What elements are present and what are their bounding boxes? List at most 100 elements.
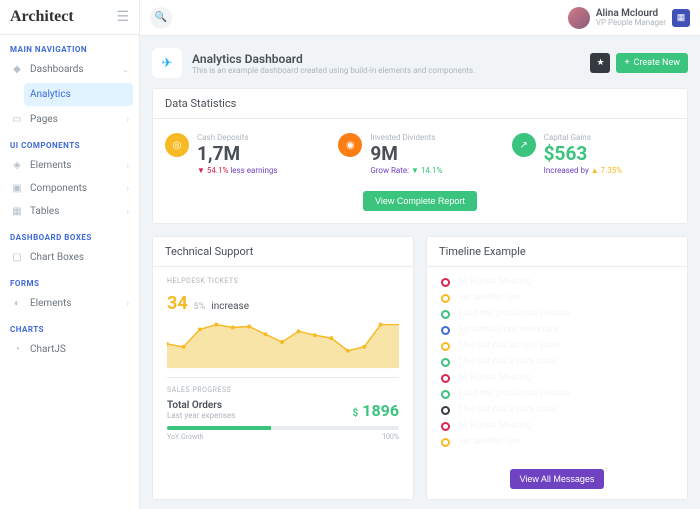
nav-label: Tables [30,206,59,217]
create-new-button[interactable]: + Create New [616,53,688,73]
stat-trend: 14.1% [421,166,442,175]
chevron-right-icon: › [127,184,129,193]
chevron-right-icon: › [127,115,129,124]
nav-analytics[interactable]: Analytics [24,83,133,106]
nav-label: Chart Boxes [30,252,84,263]
nav-header-forms: FORMS [0,269,139,292]
nav-header-ui: UI COMPONENTS [0,131,139,154]
timeline-text: All Hands Meeting [458,421,531,431]
user-name: Alina Mclourd [596,8,666,19]
timeline-text: All Hands Meeting [458,373,531,383]
chart-icon: ◔ [10,344,24,355]
nav-tables[interactable]: ▦ Tables › [0,200,139,223]
yoy-pct: 100% [382,433,399,441]
timeline-text: Yet another one [458,437,521,447]
sidebar: Architect ☰ MAIN NAVIGATION ◆ Dashboards… [0,0,140,509]
timeline-dot [441,278,450,287]
progress-bar [167,426,399,430]
stat-value: 9M [370,144,501,163]
stat-value: 1,7M [197,144,328,163]
card-title: Data Statistics [153,89,687,119]
search-button[interactable]: 🔍 [150,7,172,29]
stat-note: Grow Rate: [370,166,409,175]
stat-trend: 54.1% [207,166,228,175]
user-role: VP People Manager [596,19,666,28]
page-icon: ▭ [10,114,24,125]
nav-form-elements[interactable]: ◐ Elements › [0,292,139,315]
nav-pages[interactable]: ▭ Pages › [0,108,139,131]
timeline-item: Something not important [441,325,673,335]
orders-sub: Last year expenses [167,411,235,420]
data-statistics-card: Data Statistics ◎ Cash Deposits 1,7M ▼ 5… [152,88,688,224]
timeline-text: Yet another one [458,293,521,303]
gains-icon: ↗ [512,133,536,157]
nav-components[interactable]: ▣ Components › [0,177,139,200]
area-chart [167,314,399,369]
timeline-text: Build the production release [458,309,570,319]
stat-note: less earnings [230,166,277,175]
nav-label: ChartJS [30,344,66,355]
nav-elements[interactable]: ◈ Elements › [0,154,139,177]
nav-label: Elements [30,160,71,171]
car-icon: ▣ [10,183,24,194]
timeline-dot [441,406,450,415]
helpdesk-label: HELPDESK TICKETS [167,277,399,285]
nav-chartboxes[interactable]: ▢ Chart Boxes [0,246,139,269]
stat-value: $563 [544,144,675,163]
timeline-text: Build the production release [458,389,570,399]
timeline-dot [441,294,450,303]
timeline-dot [441,358,450,367]
timeline-item: All Hands Meeting [441,373,673,383]
nav-header-dash: DASHBOARD BOXES [0,223,139,246]
timeline-item: Build the production release [441,309,673,319]
brand-logo: Architect [10,8,74,26]
timeline-dot [441,374,450,383]
timeline-text: This dot has a dark state [458,357,557,367]
star-button[interactable]: ★ [590,53,610,73]
timeline-item: Yet another one [441,437,673,447]
timeline-item: This dot has an info state [441,341,673,351]
timeline-dot [441,310,450,319]
hamburger-icon[interactable]: ☰ [116,9,129,25]
timeline-dot [441,326,450,335]
avatar[interactable] [568,7,590,29]
stat-label: Cash Deposits [197,133,328,142]
plus-icon: + [624,58,629,68]
chevron-down-icon: ⌄ [122,65,129,74]
technical-support-card: Technical Support HELPDESK TICKETS 34 5%… [152,236,414,500]
nav-chartjs[interactable]: ◔ ChartJS [0,338,139,361]
box-icon: ▢ [10,252,24,263]
helpdesk-num: 34 [167,293,188,314]
calendar-icon: ▦ [677,13,686,23]
view-report-button[interactable]: View Complete Report [363,191,477,211]
stat-label: Capital Gains [544,133,675,142]
timeline-text: This dot has an info state [458,341,559,351]
nav-label: Components [30,183,87,194]
nav-header-charts: CHARTS [0,315,139,338]
timeline-text: All Hands Meeting [458,277,531,287]
page-subtitle: This is an example dashboard created usi… [192,66,475,75]
cash-icon: ◎ [165,133,189,157]
timeline-item: Build the production release [441,389,673,399]
card-title: Timeline Example [427,237,687,267]
diamond-icon: ◈ [10,160,24,171]
sales-label: SALES PROGRESS [167,386,399,394]
create-label: Create New [634,58,680,68]
card-title: Technical Support [153,237,413,267]
timeline-item: All Hands Meeting [441,421,673,431]
light-icon: ◐ [10,298,24,309]
nav-label: Dashboards [30,64,84,75]
timeline-dot [441,342,450,351]
search-icon: 🔍 [155,12,167,23]
view-messages-button[interactable]: View All Messages [510,469,605,489]
helpdesk-pct: 5% [194,302,206,312]
invest-icon: ◉ [338,133,362,157]
timeline-item: This dot has a dark state [441,357,673,367]
star-icon: ★ [596,58,604,68]
page-header-icon: ✈ [152,48,182,78]
page-title: Analytics Dashboard [192,52,475,66]
calendar-button[interactable]: ▦ [672,9,690,27]
timeline-item: Yet another one [441,293,673,303]
total-orders-label: Total Orders [167,400,235,411]
nav-dashboards[interactable]: ◆ Dashboards ⌄ [0,58,139,81]
